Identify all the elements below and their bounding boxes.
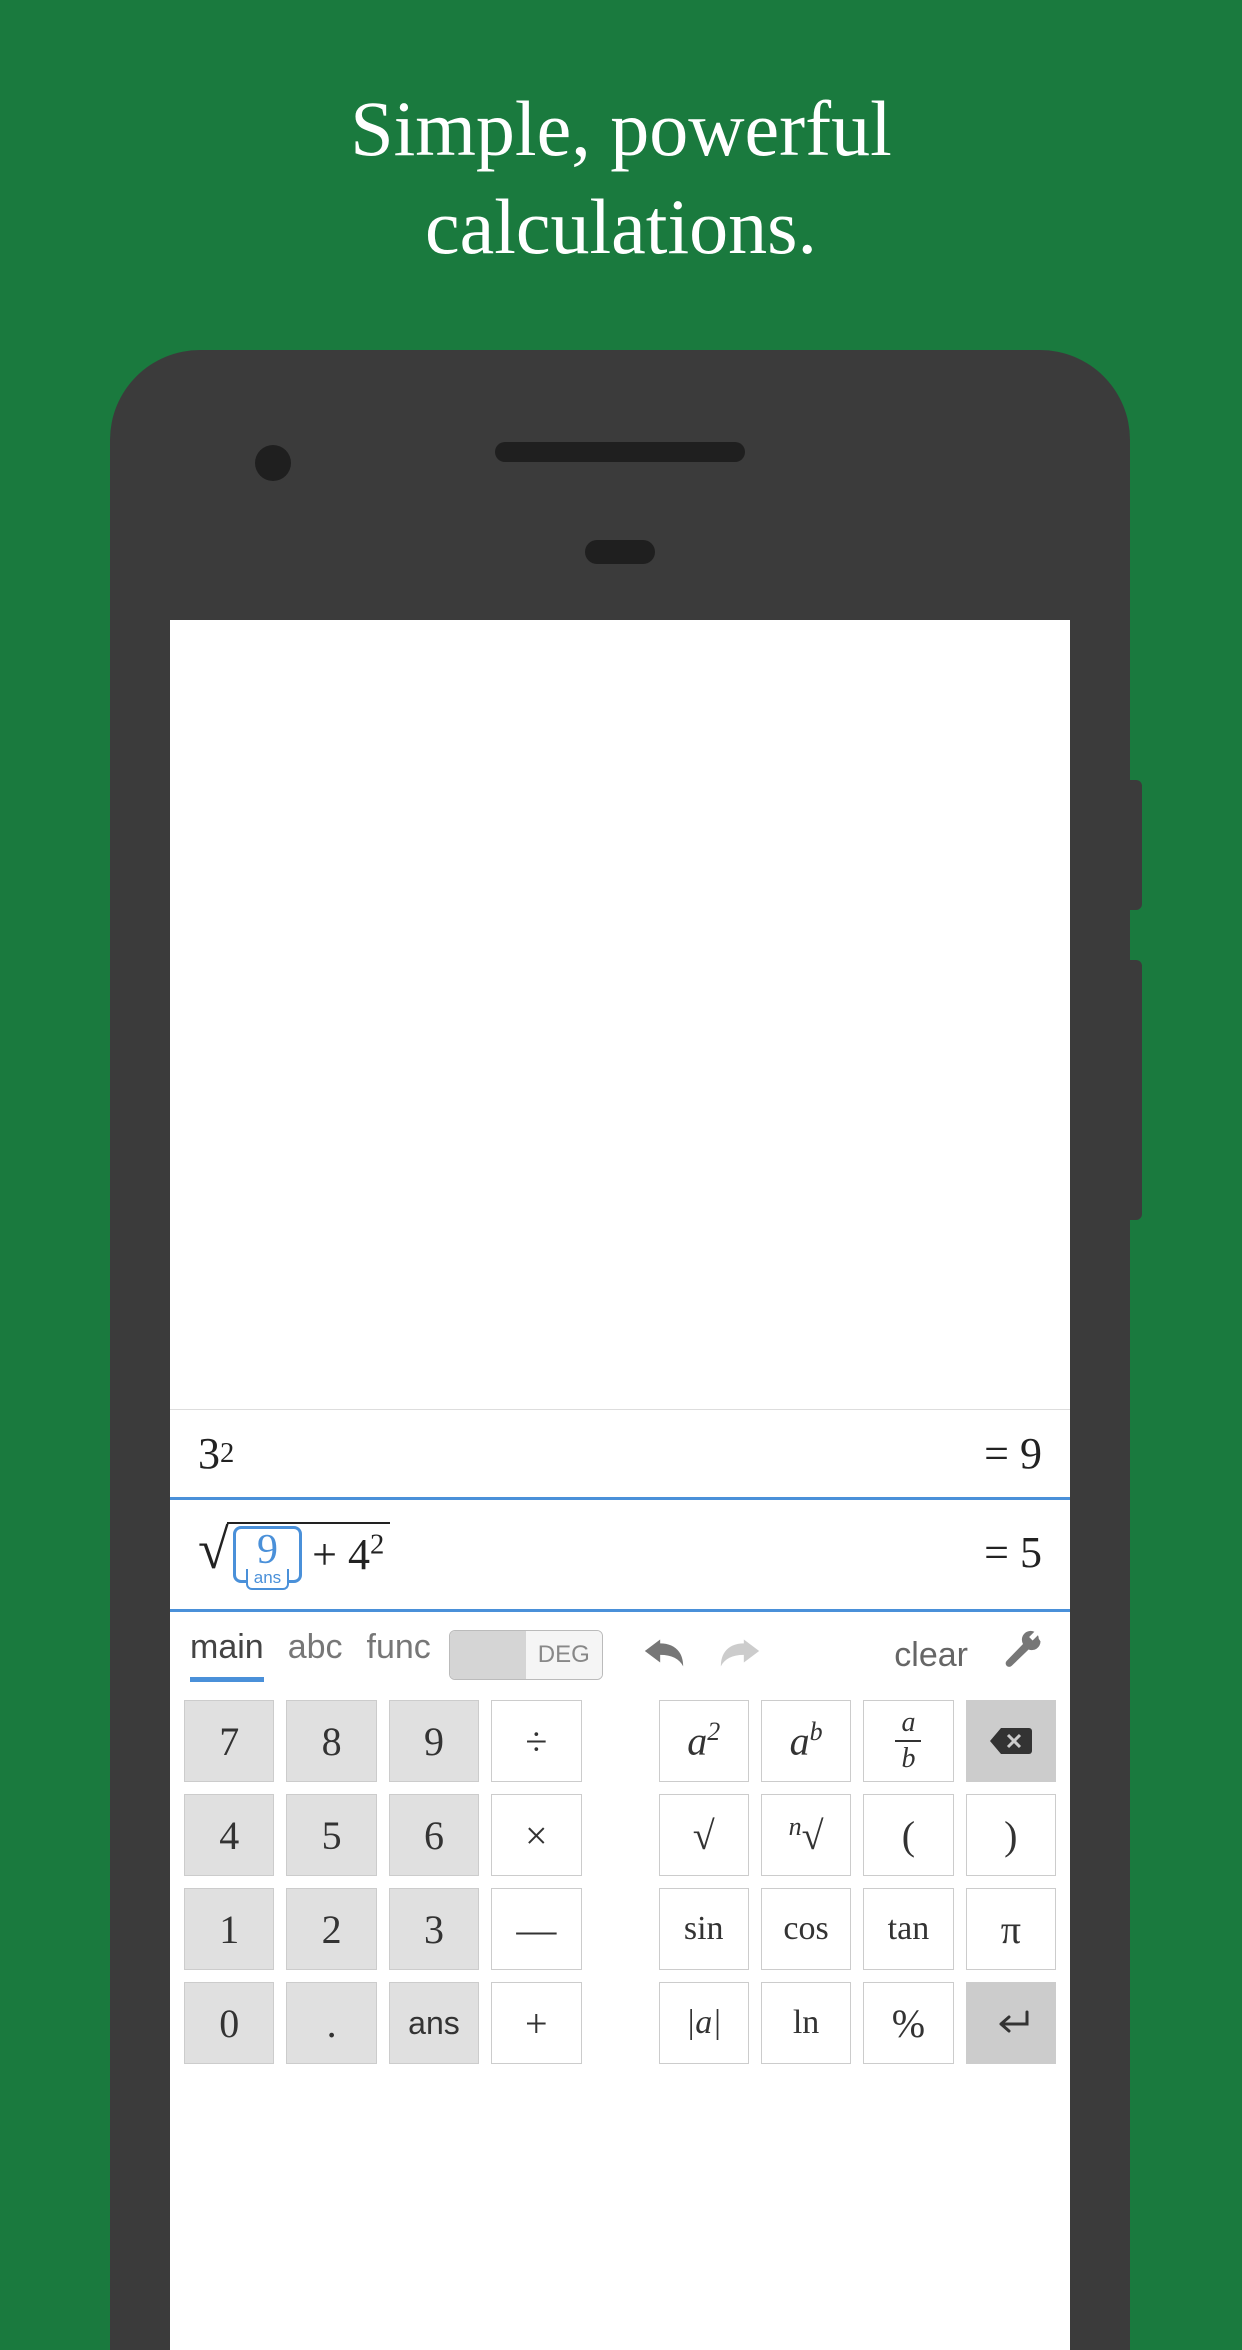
backspace-icon [989,1726,1033,1756]
key-nth-root[interactable]: n√ [761,1794,851,1876]
key-tan[interactable]: tan [863,1888,953,1970]
phone-side-button-1 [1128,780,1142,910]
headline-line2: calculations. [0,178,1242,276]
phone-speaker [495,442,745,462]
key-4[interactable]: 4 [184,1794,274,1876]
headline-line1: Simple, powerful [0,80,1242,178]
key-0[interactable]: 0 [184,1982,274,2064]
key-backspace[interactable] [966,1700,1056,1782]
keyboard-tabs: main abc func [190,1628,431,1682]
current-expression: √ 9 ans + 42 [198,1522,390,1583]
current-expression-row[interactable]: √ 9 ans + 42 = 5 [170,1497,1070,1612]
key-abs[interactable]: |a| [659,1982,749,2064]
key-2[interactable]: 2 [286,1888,376,1970]
key-1[interactable]: 1 [184,1888,274,1970]
phone-camera [255,445,291,481]
key-multiply[interactable]: × [491,1794,581,1876]
angle-mode-toggle[interactable]: DEG [449,1630,603,1680]
key-pi[interactable]: π [966,1888,1056,1970]
mode-deg[interactable]: DEG [526,1631,602,1679]
enter-icon [991,2010,1031,2036]
phone-frame: 32 = 9 √ 9 ans + 42 = 5 main abc [110,350,1130,2350]
key-cos[interactable]: cos [761,1888,851,1970]
tab-func[interactable]: func [367,1628,431,1682]
phone-sensor [585,540,655,564]
key-sqrt[interactable]: √ [659,1794,749,1876]
key-left-paren[interactable]: ( [863,1794,953,1876]
toolbar: main abc func DEG clear [170,1612,1070,1692]
key-6[interactable]: 6 [389,1794,479,1876]
sqrt-icon: √ [198,1522,229,1578]
history-expression: 32 [198,1428,234,1479]
key-ln[interactable]: ln [761,1982,851,2064]
redo-icon[interactable] [717,1633,763,1678]
key-decimal[interactable]: . [286,1982,376,2064]
key-divide[interactable]: ÷ [491,1700,581,1782]
key-enter[interactable] [966,1982,1056,2064]
key-percent[interactable]: % [863,1982,953,2064]
tab-abc[interactable]: abc [288,1628,343,1682]
key-3[interactable]: 3 [389,1888,479,1970]
key-8[interactable]: 8 [286,1700,376,1782]
ans-chip[interactable]: 9 ans [233,1526,302,1583]
app-screen: 32 = 9 √ 9 ans + 42 = 5 main abc [170,620,1070,2350]
clear-button[interactable]: clear [894,1636,968,1675]
key-fraction[interactable]: ab [863,1700,953,1782]
key-9[interactable]: 9 [389,1700,479,1782]
mode-rad[interactable] [450,1631,526,1679]
settings-wrench-icon[interactable] [1002,1630,1044,1681]
history-result: = 9 [984,1428,1042,1479]
key-sin[interactable]: sin [659,1888,749,1970]
key-right-paren[interactable]: ) [966,1794,1056,1876]
key-ans[interactable]: ans [389,1982,479,2064]
key-power[interactable]: ab [761,1700,851,1782]
headline: Simple, powerful calculations. [0,0,1242,275]
history-row[interactable]: 32 = 9 [170,1410,1070,1497]
key-plus[interactable]: + [491,1982,581,2064]
keypad: 7 8 9 ÷ a2 ab ab 4 5 6 × √ [170,1692,1070,2064]
tab-main[interactable]: main [190,1628,264,1682]
key-minus[interactable]: — [491,1888,581,1970]
history-area[interactable] [170,620,1070,1410]
current-result: = 5 [984,1527,1042,1578]
key-5[interactable]: 5 [286,1794,376,1876]
phone-side-button-2 [1128,960,1142,1220]
undo-icon[interactable] [641,1633,687,1678]
key-square[interactable]: a2 [659,1700,749,1782]
key-7[interactable]: 7 [184,1700,274,1782]
